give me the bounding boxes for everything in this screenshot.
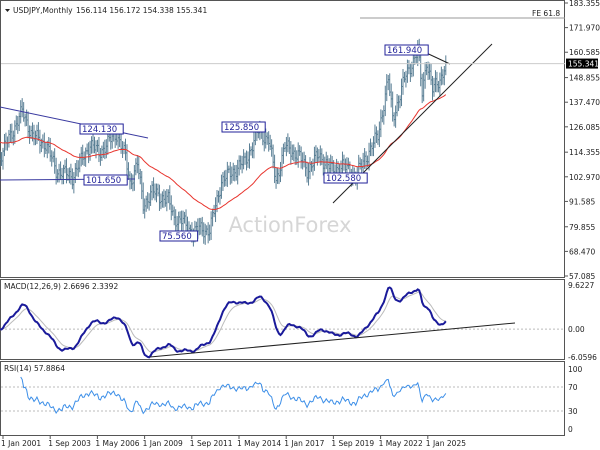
x-tick-label: 1 May 2014	[237, 439, 281, 448]
y-tick-label: 126.085	[569, 123, 600, 132]
x-tick-label: 1 Jan 2025	[426, 439, 466, 448]
price-label: 101.650	[86, 176, 121, 186]
x-tick-label: 1 Jan 2009	[143, 439, 183, 448]
y-tick-label: 183.355	[569, 0, 600, 8]
x-tick-label: 1 Jan 2001	[1, 439, 41, 448]
price-label: 125.850	[224, 123, 259, 133]
y-tick-label: 57.085	[569, 272, 595, 281]
macd-trend-line	[149, 322, 516, 358]
y-tick-label: 102.970	[569, 173, 600, 182]
chart-window: ActionForex USDJPY,Monthly 156.114 156.1…	[0, 0, 600, 450]
macd-tick-label: 9.6227	[568, 281, 594, 290]
rsi-tick-label: 30	[568, 407, 578, 416]
x-tick-label: 1 Sep 2003	[48, 439, 91, 448]
x-tick-label: 1 Jan 2017	[284, 439, 324, 448]
y-tick-label: 148.855	[569, 74, 600, 83]
rsi-line	[20, 376, 447, 415]
collapse-triangle-icon[interactable]	[5, 9, 10, 12]
y-tick-label: 171.970	[569, 24, 600, 33]
current-price-label: 155.341	[568, 60, 599, 69]
macd-tick-label: -6.0596	[568, 353, 597, 362]
rsi-tick-label: 0	[568, 425, 573, 434]
rsi-title: RSI(14) 57.8864	[4, 364, 65, 373]
macd-tick-label: 0.00	[568, 325, 585, 334]
macd-signal-line	[0, 291, 446, 353]
price-label: 124.130	[82, 125, 117, 135]
watermark: ActionForex	[228, 213, 351, 237]
price-label: 102.580	[326, 174, 361, 184]
y-tick-label: 91.585	[569, 197, 595, 206]
symbol-title: USDJPY,Monthly	[13, 6, 73, 15]
rsi-tick-label: 100	[568, 365, 583, 374]
x-tick-label: 1 Sep 2019	[331, 439, 374, 448]
rsi-pane	[0, 361, 565, 436]
y-tick-label: 160.585	[569, 48, 600, 57]
macd-pane	[0, 279, 565, 360]
price-label: 161.940	[387, 46, 422, 56]
x-tick-label: 1 Sep 2011	[190, 439, 233, 448]
chart-canvas[interactable]: ActionForex USDJPY,Monthly 156.114 156.1…	[0, 0, 600, 450]
rsi-tick-label: 70	[568, 383, 578, 392]
y-tick-label: 79.855	[569, 223, 595, 232]
x-tick-label: 1 May 2022	[379, 439, 423, 448]
x-tick-label: 1 May 2006	[95, 439, 139, 448]
downtrend-line	[0, 106, 149, 139]
y-tick-label: 68.470	[569, 247, 595, 256]
y-tick-label: 137.470	[569, 98, 600, 107]
fe-61-8-label: FE 61.8	[532, 9, 560, 18]
moving-average-line	[0, 94, 447, 211]
y-tick-label: 114.355	[569, 148, 600, 157]
ohlc-readout: 156.114 156.172 154.338 155.341	[76, 6, 207, 15]
price-label: 75.560	[162, 232, 192, 242]
macd-title: MACD(12,26,9) 2.6696 2.3392	[4, 282, 118, 291]
